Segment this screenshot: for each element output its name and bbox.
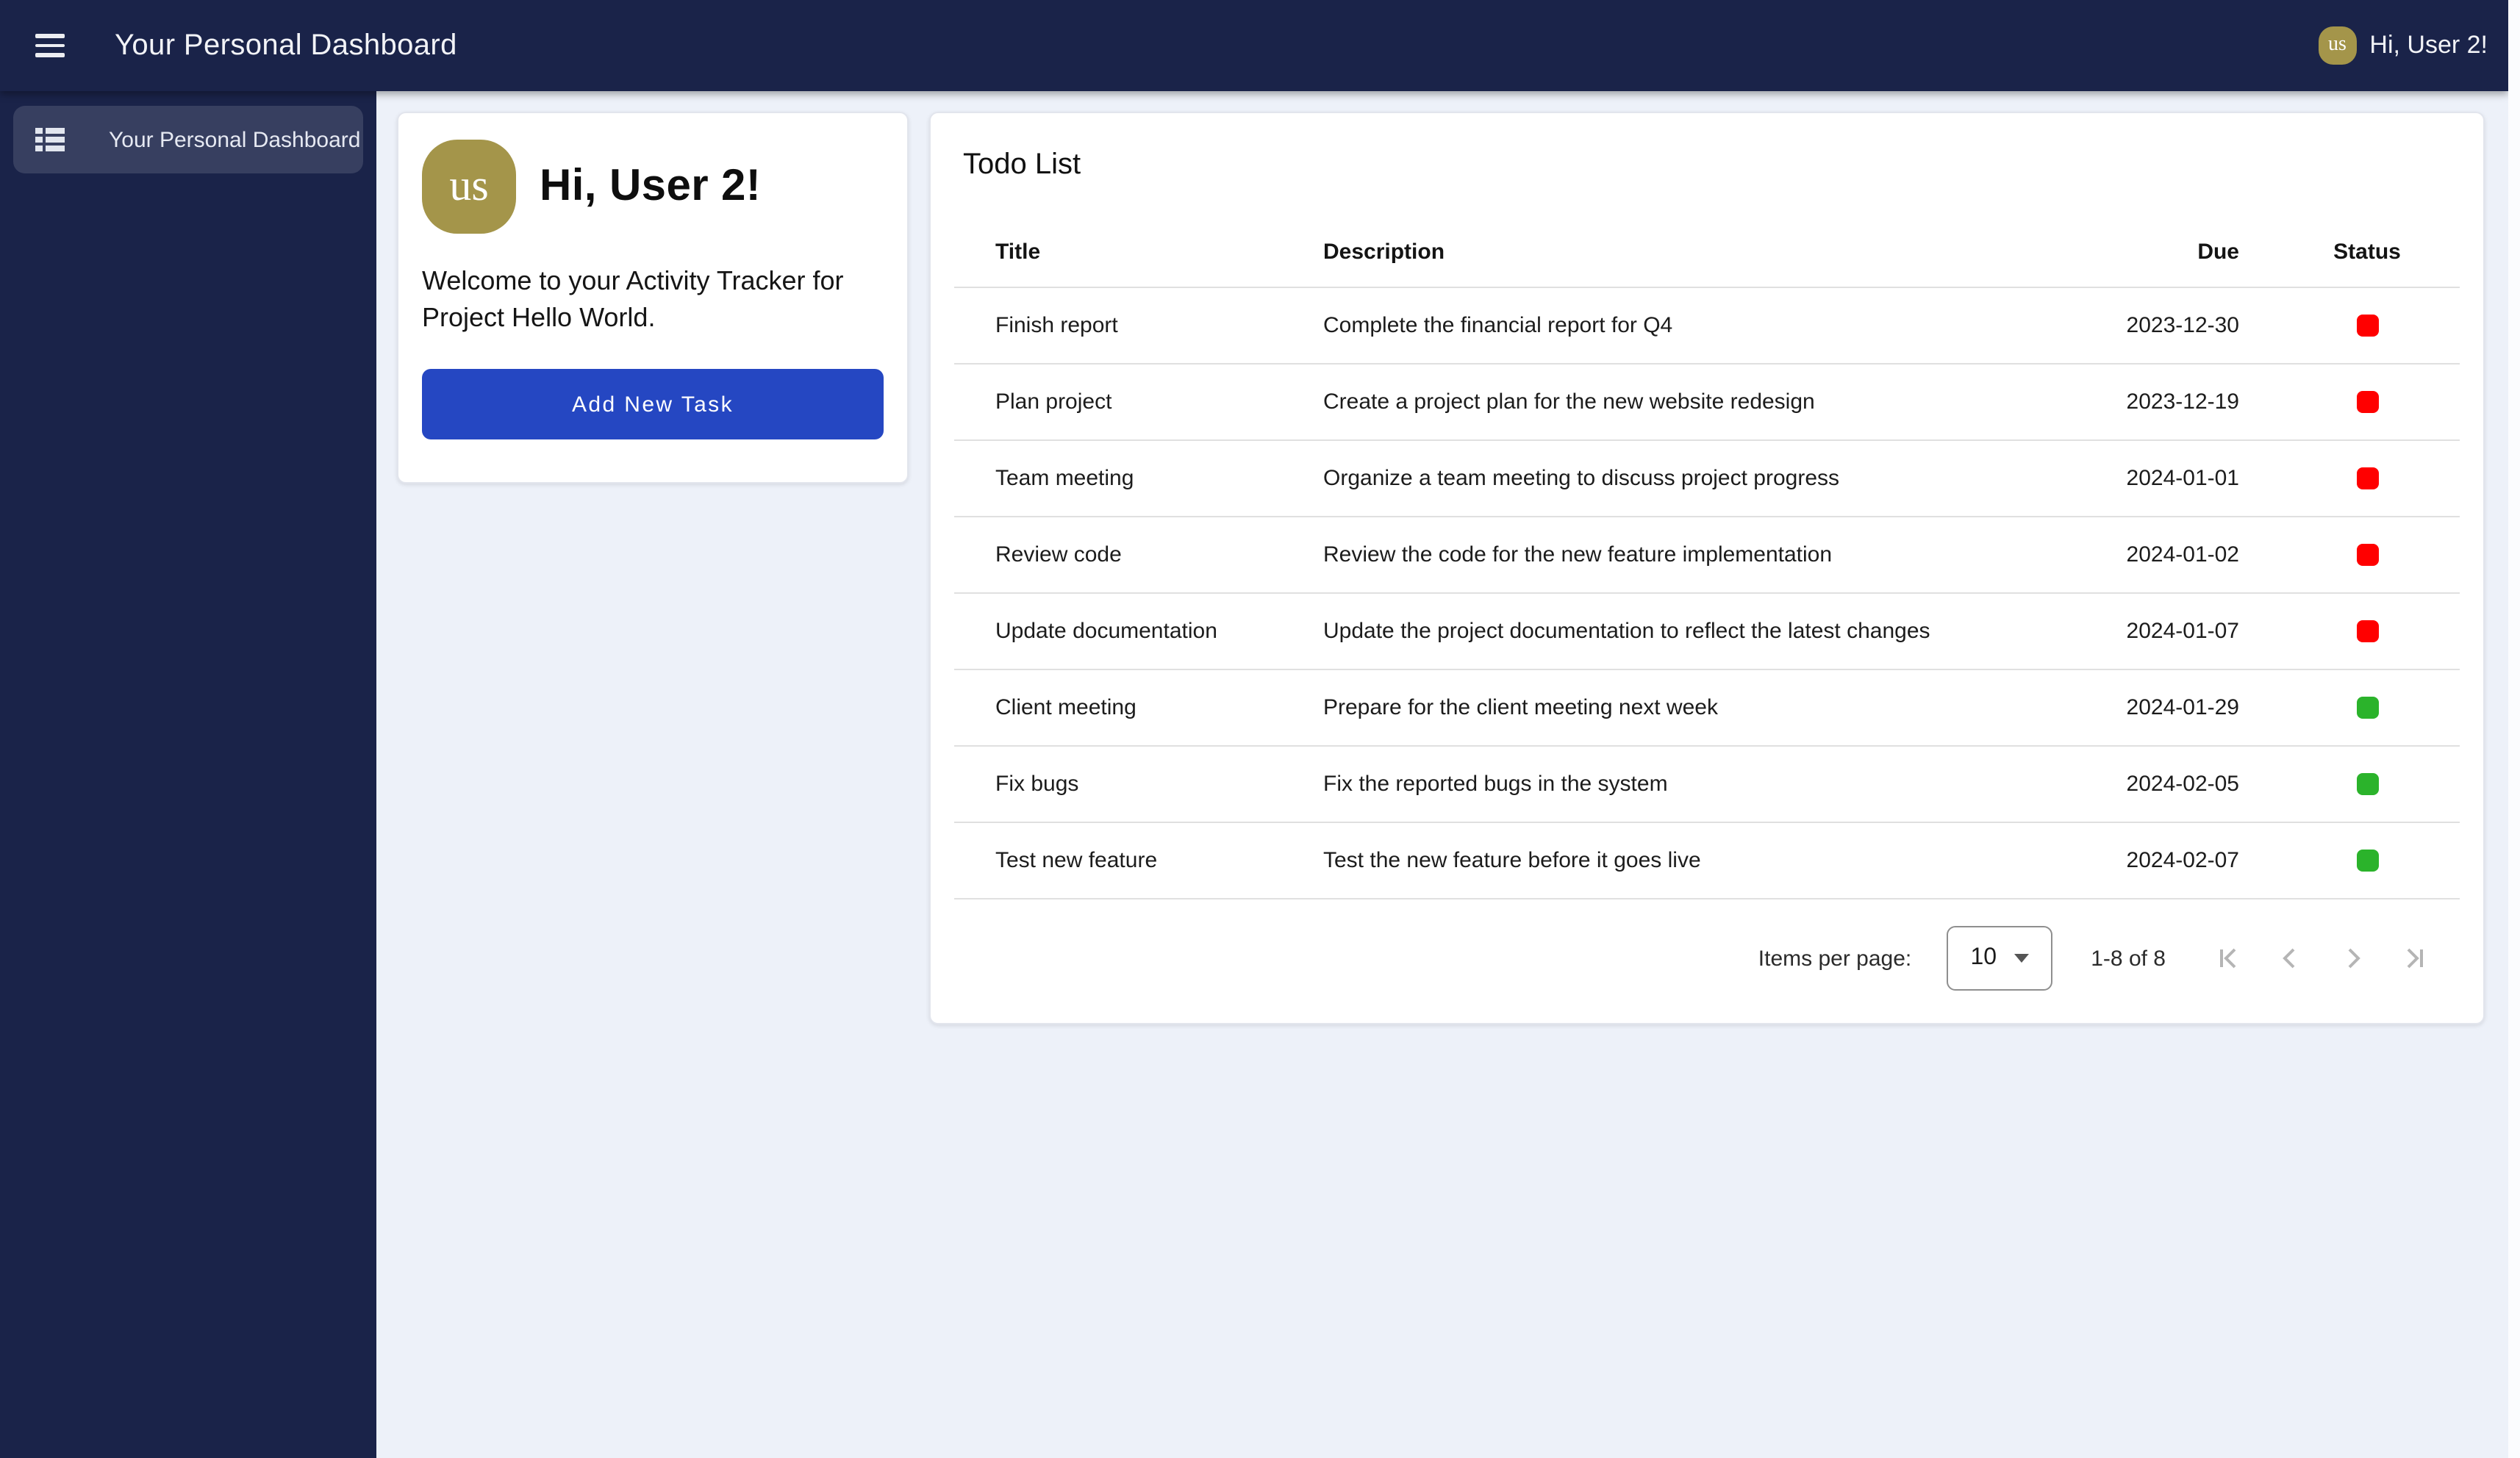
status-indicator (2356, 391, 2378, 413)
todo-due-cell: 2024-02-07 (2054, 848, 2274, 873)
paginator: Items per page: 10 1-8 of 8 (954, 917, 2460, 999)
table-row: Review code Review the code for the new … (954, 517, 2460, 594)
status-indicator (2356, 467, 2378, 489)
todo-due-cell: 2024-01-07 (2054, 619, 2274, 644)
todo-list-title: Todo List (963, 148, 2460, 182)
todo-due-cell: 2024-01-01 (2054, 466, 2274, 491)
page-title: Your Personal Dashboard (115, 29, 457, 62)
page-size-select[interactable]: 10 (1947, 926, 2052, 991)
dropdown-arrow-icon (2014, 954, 2029, 963)
items-per-page-label: Items per page: (1758, 946, 1911, 971)
todo-description-cell: Test the new feature before it goes live (1323, 848, 2054, 873)
status-indicator (2356, 620, 2378, 642)
todo-title-cell: Update documentation (954, 619, 1323, 644)
table-row: Client meeting Prepare for the client me… (954, 670, 2460, 747)
table-row: Test new feature Test the new feature be… (954, 823, 2460, 899)
menu-icon[interactable] (35, 25, 76, 66)
topbar-greeting: Hi, User 2! (2369, 31, 2488, 60)
todo-title-cell: Review code (954, 542, 1323, 567)
paginator-range-label: 1-8 of 8 (2091, 946, 2166, 971)
topbar-user-area: us Hi, User 2! (2318, 26, 2488, 65)
todo-title-cell: Team meeting (954, 466, 1323, 491)
list-icon (35, 125, 65, 154)
todo-due-cell: 2024-02-05 (2054, 772, 2274, 797)
todo-due-cell: 2023-12-19 (2054, 389, 2274, 414)
topbar: Your Personal Dashboard us Hi, User 2! (0, 0, 2508, 91)
column-header-title: Title (954, 240, 1323, 265)
todo-description-cell: Complete the financial report for Q4 (1323, 313, 2054, 338)
todo-title-cell: Test new feature (954, 848, 1323, 873)
todo-description-cell: Fix the reported bugs in the system (1323, 772, 2054, 797)
todo-title-cell: Client meeting (954, 695, 1323, 720)
welcome-header: us Hi, User 2! (422, 140, 884, 234)
page-size-value: 10 (1970, 945, 1997, 972)
next-page-icon[interactable] (2322, 927, 2383, 989)
add-new-task-button[interactable]: Add New Task (422, 369, 884, 439)
first-page-icon[interactable] (2198, 927, 2260, 989)
sidebar-item-dashboard[interactable]: Your Personal Dashboard (13, 106, 363, 173)
todo-list-card: Todo List Title Description Due Status F… (929, 112, 2485, 1024)
scrollbar-track[interactable] (2508, 0, 2520, 1458)
todo-description-cell: Create a project plan for the new websit… (1323, 389, 2054, 414)
user-avatar: us (2318, 26, 2356, 65)
status-indicator (2356, 773, 2378, 795)
todo-title-cell: Plan project (954, 389, 1323, 414)
sidebar-item-label: Your Personal Dashboard (109, 127, 360, 152)
todo-description-cell: Organize a team meeting to discuss proje… (1323, 466, 2054, 491)
todo-title-cell: Fix bugs (954, 772, 1323, 797)
todo-description-cell: Review the code for the new feature impl… (1323, 542, 2054, 567)
status-indicator (2356, 697, 2378, 719)
last-page-icon[interactable] (2383, 927, 2445, 989)
dashboard-page: Your Personal Dashboard us Hi, User 2! Y… (0, 0, 2520, 1458)
content-area: us Hi, User 2! Welcome to your Activity … (376, 91, 2508, 1458)
column-header-due: Due (2054, 240, 2274, 265)
status-indicator (2356, 315, 2378, 337)
todo-title-cell: Finish report (954, 313, 1323, 338)
table-row: Finish report Complete the financial rep… (954, 288, 2460, 364)
welcome-greeting: Hi, User 2! (540, 162, 761, 212)
user-avatar-large: us (422, 140, 516, 234)
table-row: Fix bugs Fix the reported bugs in the sy… (954, 747, 2460, 823)
todo-due-cell: 2023-12-30 (2054, 313, 2274, 338)
welcome-message: Welcome to your Activity Tracker for Pro… (422, 263, 857, 337)
status-indicator (2356, 850, 2378, 872)
table-header-row: Title Description Due Status (954, 218, 2460, 288)
todo-due-cell: 2024-01-29 (2054, 695, 2274, 720)
todo-due-cell: 2024-01-02 (2054, 542, 2274, 567)
column-header-status: Status (2274, 240, 2460, 265)
todo-description-cell: Update the project documentation to refl… (1323, 619, 2054, 644)
todo-description-cell: Prepare for the client meeting next week (1323, 695, 2054, 720)
column-header-description: Description (1323, 240, 2054, 265)
status-indicator (2356, 544, 2378, 566)
table-row: Team meeting Organize a team meeting to … (954, 441, 2460, 517)
table-row: Plan project Create a project plan for t… (954, 364, 2460, 441)
previous-page-icon[interactable] (2260, 927, 2322, 989)
table-row: Update documentation Update the project … (954, 594, 2460, 670)
welcome-card: us Hi, User 2! Welcome to your Activity … (397, 112, 909, 484)
sidebar: Your Personal Dashboard (0, 91, 376, 1458)
